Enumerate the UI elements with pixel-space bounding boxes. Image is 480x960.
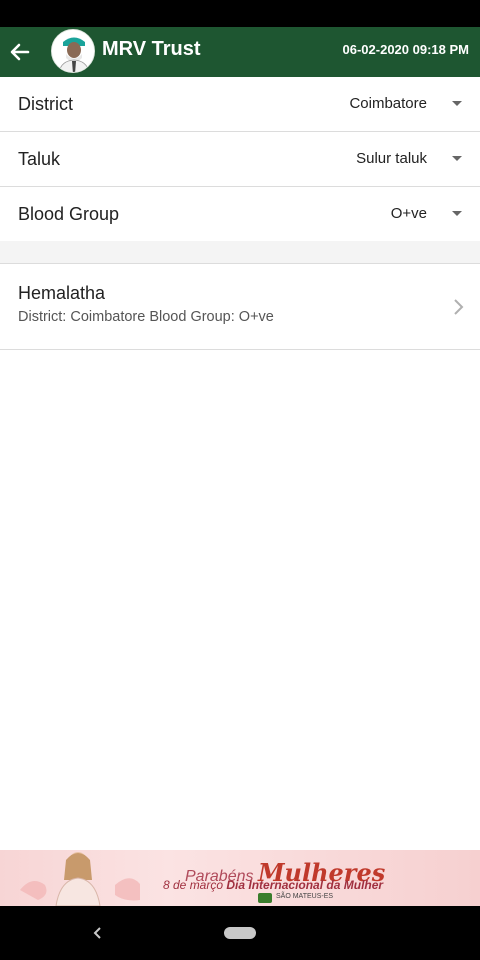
- avatar: [51, 29, 95, 73]
- taluk-dropdown[interactable]: Taluk Sulur taluk: [0, 132, 480, 187]
- app-title: MRV Trust: [102, 38, 201, 60]
- taluk-label: Taluk: [18, 149, 61, 169]
- donor-name: Hemalatha: [18, 283, 106, 303]
- back-button[interactable]: [6, 38, 34, 66]
- donor-details: District: Coimbatore Blood Group: O+ve: [18, 309, 274, 325]
- person-photo-icon: [52, 30, 94, 72]
- nav-back-icon[interactable]: [90, 922, 104, 944]
- dropdown-arrow-icon: [452, 156, 462, 161]
- blood-group-label: Blood Group: [18, 204, 120, 224]
- ad-subline: 8 de março Dia Internacional da Mulher: [163, 878, 383, 892]
- district-value: Coimbatore: [349, 95, 427, 112]
- ad-banner[interactable]: Parabéns Mulheres 8 de março Dia Interna…: [0, 850, 480, 906]
- sponsor-logo-icon: [258, 893, 272, 903]
- district-dropdown[interactable]: District Coimbatore: [0, 77, 480, 132]
- dropdown-arrow-icon: [452, 101, 462, 106]
- list-item[interactable]: Hemalatha District: Coimbatore Blood Gro…: [0, 264, 480, 350]
- ad-subline-bold: Dia Internacional da Mulher: [226, 878, 384, 892]
- system-nav-bar: [0, 906, 480, 960]
- ad-subline-prefix: 8 de março: [163, 878, 224, 892]
- status-bar: [0, 0, 480, 27]
- app-bar: MRV Trust 06-02-2020 09:18 PM: [0, 27, 480, 77]
- woman-illustration-icon: [20, 852, 140, 906]
- datetime-label: 06-02-2020 09:18 PM: [342, 42, 469, 57]
- district-label: District: [18, 94, 73, 114]
- blood-group-value: O+ve: [390, 205, 427, 222]
- blood-group-dropdown[interactable]: Blood Group O+ve: [0, 187, 480, 242]
- home-button[interactable]: [224, 927, 256, 939]
- chevron-right-icon: [454, 299, 464, 315]
- taluk-value: Sulur taluk: [356, 150, 427, 167]
- arrow-left-icon: [10, 43, 30, 61]
- dropdown-arrow-icon: [452, 211, 462, 216]
- ad-sponsor-text: SÃO MATEUS-ES: [276, 893, 334, 900]
- section-divider: [0, 241, 480, 264]
